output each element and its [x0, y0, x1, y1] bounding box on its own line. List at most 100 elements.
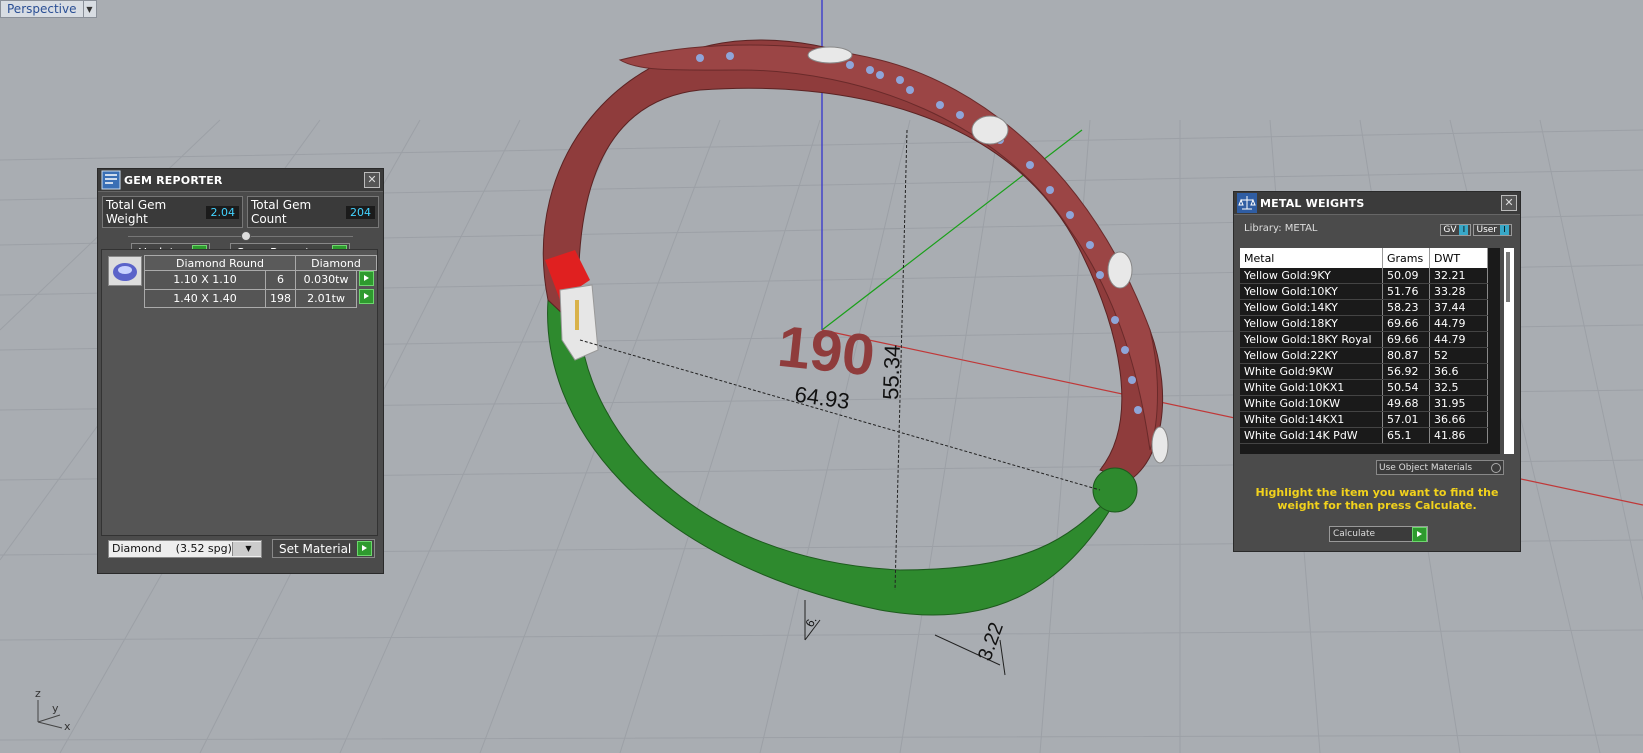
gv-toggle[interactable]: GV I [1440, 224, 1472, 236]
calculate-button[interactable]: Calculate [1329, 526, 1428, 542]
grams-cell: 51.76 [1382, 283, 1430, 300]
viewport-menu-chevron-icon[interactable]: ▼ [82, 1, 96, 17]
grams-cell: 80.87 [1382, 347, 1430, 364]
metal-cell: White Gold:14KX1 [1240, 411, 1383, 428]
dwt-cell: 36.6 [1429, 363, 1488, 380]
metal-cell: White Gold:9KW [1240, 363, 1383, 380]
dwt-cell: 36.66 [1429, 411, 1488, 428]
total-gem-weight: Total Gem Weight 2.04 [102, 196, 243, 228]
gem-row-go-icon[interactable] [359, 289, 375, 304]
gem-weight: 2.01tw [294, 288, 358, 308]
table-row[interactable]: Yellow Gold:18KY Royal 69.66 44.79 [1240, 331, 1488, 348]
gizmo-x-label: x [64, 720, 71, 733]
use-object-materials-label: Use Object Materials [1379, 462, 1473, 473]
metal-table-container[interactable]: Metal Grams DWT Yellow Gold:9KY 50.09 32.2… [1240, 248, 1500, 454]
metal-cell: Yellow Gold:18KY [1240, 315, 1383, 332]
dwt-cell: 52 [1429, 347, 1488, 364]
dimension-size: 190 [775, 314, 878, 389]
dwt-cell: 37.44 [1429, 299, 1488, 316]
grams-cell: 56.92 [1382, 363, 1430, 380]
gem-header-type: Diamond [295, 255, 377, 271]
total-gem-weight-value: 2.04 [206, 205, 239, 219]
dwt-cell: 41.86 [1429, 427, 1488, 444]
table-row[interactable]: White Gold:14KX1 57.01 36.66 [1240, 411, 1488, 428]
metal-cell: Yellow Gold:14KY [1240, 299, 1383, 316]
grams-cell: 69.66 [1382, 315, 1430, 332]
gizmo-y-label: y [52, 702, 59, 715]
metal-weights-panel: METAL WEIGHTS ✕ Library: METAL GV I User… [1233, 191, 1521, 552]
metal-table-scrollbar[interactable] [1504, 248, 1514, 454]
dwt-header[interactable]: DWT [1429, 248, 1488, 268]
total-gem-weight-label: Total Gem Weight [106, 198, 167, 226]
material-select[interactable]: Diamond (3.52 spg) ▼ [108, 539, 262, 558]
set-material-button[interactable]: Set Material [272, 539, 376, 558]
table-row[interactable]: 1.10 X 1.10 6 0.030tw [144, 270, 377, 290]
table-row[interactable]: Yellow Gold:14KY 58.23 37.44 [1240, 299, 1488, 316]
gem-reporter-close-icon[interactable]: ✕ [364, 172, 380, 188]
gem-count: 198 [265, 288, 296, 308]
dwt-cell: 31.95 [1429, 395, 1488, 412]
gem-row-go-icon[interactable] [359, 271, 375, 286]
scale-icon [1237, 193, 1257, 213]
calculate-label: Calculate [1333, 529, 1376, 539]
metal-weights-titlebar[interactable]: METAL WEIGHTS ✕ [1234, 192, 1520, 215]
table-row[interactable]: 1.40 X 1.40 198 2.01tw [144, 288, 377, 308]
user-toggle-label: User [1476, 225, 1497, 235]
set-material-label: Set Material [279, 541, 352, 556]
table-row[interactable]: White Gold:14K PdW 65.1 41.86 [1240, 427, 1488, 444]
user-toggle-indicator: I [1500, 225, 1509, 235]
gem-reporter-panel: GEM REPORTER ✕ Total Gem Weight 2.04 Tot… [97, 168, 384, 574]
table-row[interactable]: Yellow Gold:10KY 51.76 33.28 [1240, 283, 1488, 300]
metal-cell: White Gold:10KW [1240, 395, 1383, 412]
gem-header-shape: Diamond Round [144, 255, 296, 271]
grams-cell: 57.01 [1382, 411, 1430, 428]
instruction-text: Highlight the item you want to find the … [1255, 486, 1499, 512]
material-select-value: Diamond (3.52 spg) [112, 542, 232, 555]
gem-size: 1.10 X 1.10 [144, 270, 266, 290]
gem-reporter-title: GEM REPORTER [124, 173, 223, 187]
gem-list[interactable]: Diamond Round Diamond 1.10 X 1.10 6 0.03… [101, 249, 378, 536]
dwt-cell: 44.79 [1429, 331, 1488, 348]
viewport-title[interactable]: Perspective ▼ [0, 0, 97, 18]
metal-weights-title: METAL WEIGHTS [1260, 196, 1365, 210]
user-toggle[interactable]: User I [1473, 224, 1512, 236]
metal-header[interactable]: Metal [1240, 248, 1383, 268]
dwt-cell: 33.28 [1429, 283, 1488, 300]
dimension-height: 55.34 [878, 344, 905, 400]
grams-cell: 58.23 [1382, 299, 1430, 316]
chevron-down-icon[interactable]: ▼ [231, 541, 261, 556]
gem-table: Diamond Round Diamond 1.10 X 1.10 6 0.03… [144, 255, 377, 308]
gem-weight: 0.030tw [294, 270, 358, 290]
gem-reporter-titlebar[interactable]: GEM REPORTER ✕ [98, 169, 383, 192]
gem-count: 6 [265, 270, 296, 290]
grams-cell: 65.1 [1382, 427, 1430, 444]
table-row[interactable]: Yellow Gold:18KY 69.66 44.79 [1240, 315, 1488, 332]
metal-weights-close-icon[interactable]: ✕ [1501, 195, 1517, 211]
metal-cell: White Gold:14K PdW [1240, 427, 1383, 444]
gizmo-z-label: z [35, 687, 41, 700]
scrollbar-thumb[interactable] [1506, 252, 1510, 302]
grams-cell: 50.09 [1382, 268, 1430, 284]
diamond-round-icon [108, 256, 142, 286]
metal-cell: White Gold:10KX1 [1240, 379, 1383, 396]
gem-size: 1.40 X 1.40 [144, 288, 266, 308]
calculate-go-icon[interactable] [1412, 526, 1427, 542]
table-row[interactable]: Yellow Gold:9KY 50.09 32.21 [1240, 268, 1488, 284]
table-row[interactable]: White Gold:10KW 49.68 31.95 [1240, 395, 1488, 412]
total-gem-count-value: 204 [346, 205, 375, 219]
use-object-materials-toggle[interactable]: Use Object Materials [1376, 460, 1504, 475]
table-row[interactable]: Yellow Gold:22KY 80.87 52 [1240, 347, 1488, 364]
metal-table: Metal Grams DWT Yellow Gold:9KY 50.09 32.2… [1240, 248, 1488, 444]
splitter-knob-icon[interactable] [240, 231, 251, 241]
set-material-go-icon[interactable] [357, 541, 373, 556]
dwt-cell: 44.79 [1429, 315, 1488, 332]
table-row[interactable]: White Gold:10KX1 50.54 32.5 [1240, 379, 1488, 396]
table-row[interactable]: White Gold:9KW 56.92 36.6 [1240, 363, 1488, 380]
splitter[interactable] [128, 231, 353, 241]
dwt-cell: 32.5 [1429, 379, 1488, 396]
gv-toggle-indicator: I [1459, 225, 1469, 235]
gem-report-icon [101, 170, 121, 190]
radio-icon[interactable] [1491, 462, 1501, 473]
grams-header[interactable]: Grams [1382, 248, 1430, 268]
viewport-name: Perspective [7, 2, 77, 16]
